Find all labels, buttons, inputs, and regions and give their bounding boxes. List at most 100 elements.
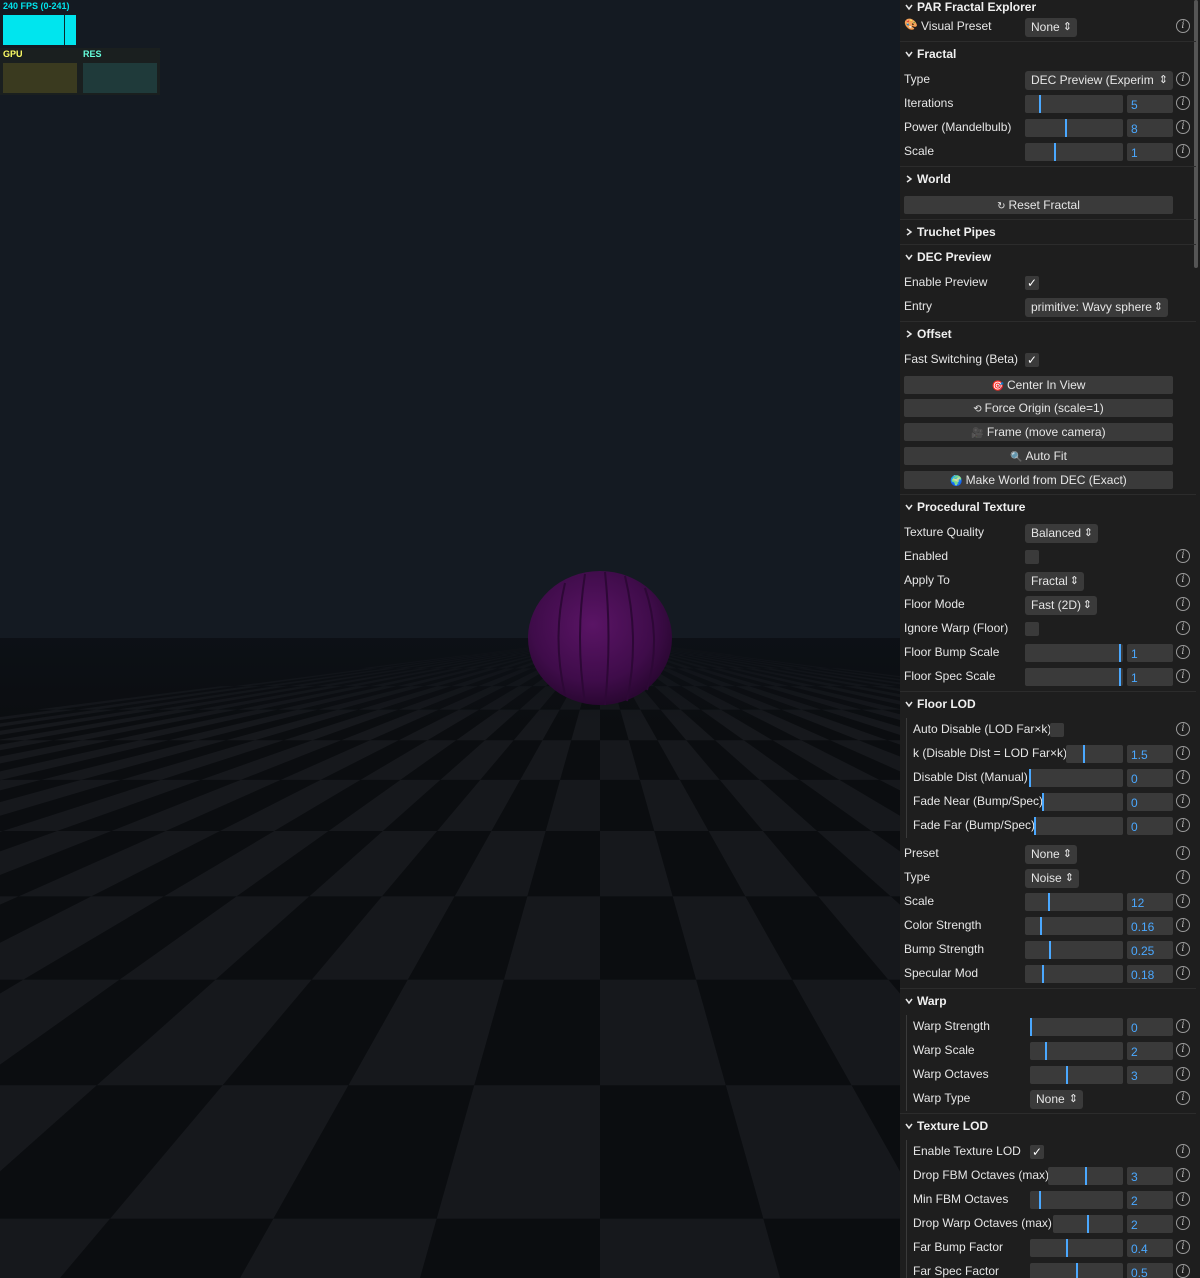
- drop-fbm-octaves-value[interactable]: 3: [1127, 1167, 1173, 1185]
- fade-far-value[interactable]: 0: [1127, 817, 1173, 835]
- info-icon[interactable]: i: [1176, 669, 1190, 683]
- info-icon[interactable]: i: [1176, 1264, 1190, 1278]
- fractal-scale-slider[interactable]: [1025, 143, 1123, 161]
- dec-entry-select[interactable]: primitive: Wavy sphere ⇕: [1025, 298, 1168, 317]
- info-icon[interactable]: i: [1176, 549, 1190, 563]
- auto-fit-button[interactable]: 🔍 Auto Fit: [904, 447, 1173, 465]
- slider-handle[interactable]: [1034, 817, 1036, 835]
- frame-camera-button[interactable]: 🎥 Frame (move camera): [904, 423, 1173, 441]
- fade-near-value[interactable]: 0: [1127, 793, 1173, 811]
- warp-strength-slider[interactable]: [1030, 1018, 1123, 1036]
- floor-lod-folder[interactable]: Floor LOD: [900, 692, 1200, 716]
- fractal-scale-value[interactable]: 1: [1127, 143, 1173, 161]
- specular-mod-slider[interactable]: [1025, 965, 1123, 983]
- min-fbm-octaves-value[interactable]: 2: [1127, 1191, 1173, 1209]
- texture-enabled-checkbox[interactable]: [1025, 550, 1039, 564]
- disable-dist-slider[interactable]: [1029, 769, 1123, 787]
- drop-fbm-octaves-slider[interactable]: [1048, 1167, 1123, 1185]
- info-icon[interactable]: i: [1176, 870, 1190, 884]
- slider-handle[interactable]: [1029, 769, 1031, 787]
- fast-switching-checkbox-checked[interactable]: ✓: [1025, 353, 1039, 367]
- specular-mod-value[interactable]: 0.18: [1127, 965, 1173, 983]
- slider-handle[interactable]: [1039, 95, 1041, 113]
- slider-handle[interactable]: [1065, 119, 1067, 137]
- drop-warp-octaves-value[interactable]: 2: [1127, 1215, 1173, 1233]
- info-icon[interactable]: i: [1176, 818, 1190, 832]
- info-icon[interactable]: i: [1176, 918, 1190, 932]
- slider-handle[interactable]: [1066, 1066, 1068, 1084]
- far-bump-factor-slider[interactable]: [1030, 1239, 1123, 1257]
- slider-handle[interactable]: [1045, 1042, 1047, 1060]
- enable-preview-checkbox-checked[interactable]: ✓: [1025, 276, 1039, 290]
- info-icon[interactable]: i: [1176, 597, 1190, 611]
- auto-disable-checkbox[interactable]: [1050, 723, 1064, 737]
- floor-bump-scale-value[interactable]: 1: [1127, 644, 1173, 662]
- info-icon[interactable]: i: [1176, 1019, 1190, 1033]
- fractal-type-select[interactable]: DEC Preview (Experim ⇕: [1025, 71, 1173, 90]
- info-icon[interactable]: i: [1176, 144, 1190, 158]
- visual-preset-select[interactable]: None ⇕: [1025, 18, 1077, 37]
- floor-bump-scale-slider[interactable]: [1025, 644, 1123, 662]
- texture-scale-value[interactable]: 12: [1127, 893, 1173, 911]
- slider-handle[interactable]: [1048, 893, 1050, 911]
- fade-near-slider[interactable]: [1042, 793, 1123, 811]
- offset-folder[interactable]: Offset: [900, 322, 1200, 346]
- drop-warp-octaves-slider[interactable]: [1053, 1215, 1123, 1233]
- slider-handle[interactable]: [1087, 1215, 1089, 1233]
- slider-handle[interactable]: [1042, 793, 1044, 811]
- slider-handle[interactable]: [1054, 143, 1056, 161]
- info-icon[interactable]: i: [1176, 746, 1190, 760]
- slider-handle[interactable]: [1119, 668, 1121, 686]
- min-fbm-octaves-slider[interactable]: [1030, 1191, 1123, 1209]
- power-value[interactable]: 8: [1127, 119, 1173, 137]
- apply-to-select[interactable]: Fractal ⇕: [1025, 572, 1084, 591]
- warp-scale-slider[interactable]: [1030, 1042, 1123, 1060]
- floor-spec-scale-value[interactable]: 1: [1127, 668, 1173, 686]
- texture-scale-slider[interactable]: [1025, 893, 1123, 911]
- force-origin-button[interactable]: ⟲ Force Origin (scale=1): [904, 399, 1173, 417]
- ignore-warp-checkbox[interactable]: [1025, 622, 1039, 636]
- warp-folder[interactable]: Warp: [900, 989, 1200, 1013]
- info-icon[interactable]: i: [1176, 1067, 1190, 1081]
- info-icon[interactable]: i: [1176, 96, 1190, 110]
- info-icon[interactable]: i: [1176, 19, 1190, 33]
- warp-scale-value[interactable]: 2: [1127, 1042, 1173, 1060]
- truchet-folder[interactable]: Truchet Pipes: [900, 220, 1200, 244]
- power-slider[interactable]: [1025, 119, 1123, 137]
- warp-type-select[interactable]: None ⇕: [1030, 1090, 1083, 1109]
- fractal-folder[interactable]: Fractal: [900, 42, 1200, 66]
- warp-strength-value[interactable]: 0: [1127, 1018, 1173, 1036]
- world-folder[interactable]: World: [900, 167, 1200, 191]
- slider-handle[interactable]: [1042, 965, 1044, 983]
- slider-handle[interactable]: [1066, 1239, 1068, 1257]
- enable-texture-lod-checkbox-checked[interactable]: ✓: [1030, 1145, 1044, 1159]
- bump-strength-value[interactable]: 0.25: [1127, 941, 1173, 959]
- info-icon[interactable]: i: [1176, 645, 1190, 659]
- slider-handle[interactable]: [1030, 1018, 1032, 1036]
- iterations-value[interactable]: 5: [1127, 95, 1173, 113]
- texture-quality-select[interactable]: Balanced ⇕: [1025, 524, 1098, 543]
- far-spec-factor-slider[interactable]: [1030, 1263, 1123, 1278]
- info-icon[interactable]: i: [1176, 1216, 1190, 1230]
- info-icon[interactable]: i: [1176, 894, 1190, 908]
- make-world-button[interactable]: 🌍 Make World from DEC (Exact): [904, 471, 1173, 489]
- info-icon[interactable]: i: [1176, 1168, 1190, 1182]
- slider-handle[interactable]: [1049, 941, 1051, 959]
- slider-handle[interactable]: [1085, 1167, 1087, 1185]
- settings-panel[interactable]: PAR Fractal Explorer 🎨 Visual Preset None ⇕ i…: [900, 0, 1200, 1278]
- far-bump-factor-value[interactable]: 0.4: [1127, 1239, 1173, 1257]
- info-icon[interactable]: i: [1176, 573, 1190, 587]
- disable-dist-value[interactable]: 0: [1127, 769, 1173, 787]
- floor-spec-scale-slider[interactable]: [1025, 668, 1123, 686]
- far-spec-factor-value[interactable]: 0.5: [1127, 1263, 1173, 1278]
- slider-handle[interactable]: [1119, 644, 1121, 662]
- procedural-texture-folder[interactable]: Procedural Texture: [900, 495, 1200, 519]
- reset-fractal-button[interactable]: ↻ Reset Fractal: [904, 196, 1173, 214]
- info-icon[interactable]: i: [1176, 942, 1190, 956]
- info-icon[interactable]: i: [1176, 72, 1190, 86]
- info-icon[interactable]: i: [1176, 1144, 1190, 1158]
- info-icon[interactable]: i: [1176, 120, 1190, 134]
- slider-handle[interactable]: [1039, 1191, 1041, 1209]
- info-icon[interactable]: i: [1176, 794, 1190, 808]
- iterations-slider[interactable]: [1025, 95, 1123, 113]
